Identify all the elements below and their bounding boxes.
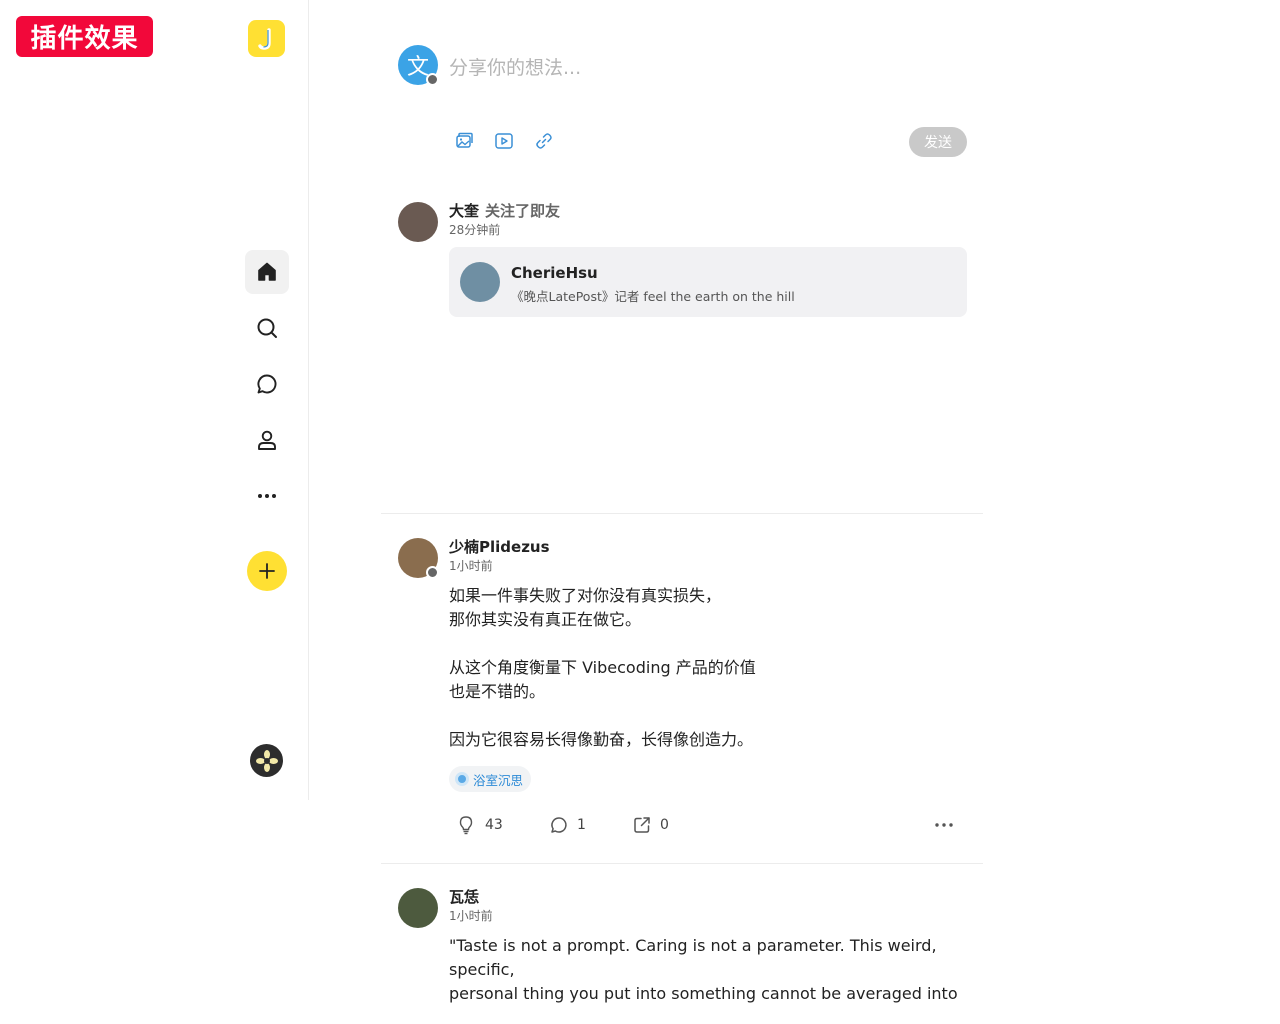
nav-messages[interactable]: [245, 362, 289, 406]
post-line: personal thing you put into something ca…: [449, 984, 958, 1003]
avatar[interactable]: [398, 202, 438, 242]
post-follow: 大奎 关注了即友 28分钟前 CherieHsu 《晚点LatePost》记者 f…: [381, 176, 983, 514]
composer-input[interactable]: 分享你的想法...: [449, 53, 581, 80]
search-icon: [257, 318, 277, 338]
post-line: [449, 632, 969, 656]
post-time: 1小时前: [449, 909, 493, 923]
composer-avatar[interactable]: 文: [398, 45, 439, 86]
share-button[interactable]: 0: [632, 812, 669, 838]
comment-icon: [551, 817, 567, 833]
home-icon: [258, 262, 276, 281]
followed-user-name: CherieHsu: [511, 264, 598, 282]
image-icon[interactable]: [453, 130, 475, 152]
followed-user-card[interactable]: CherieHsu 《晚点LatePost》记者 feel the earth …: [449, 247, 967, 317]
nav-profile[interactable]: [245, 418, 289, 462]
nav-home[interactable]: [245, 250, 289, 294]
link-icon[interactable]: [533, 130, 555, 152]
post-time: 28分钟前: [449, 223, 501, 237]
app-logo[interactable]: [248, 20, 285, 57]
send-button[interactable]: 发送: [909, 127, 967, 157]
post-line: 如果一件事失败了对你没有真实损失，: [449, 586, 722, 605]
nav-search[interactable]: [245, 306, 289, 350]
nav-more[interactable]: [245, 474, 289, 518]
post-actions: 43 1 0: [449, 812, 967, 838]
post: 瓦恁 1小时前 "Taste is not a prompt. Caring i…: [381, 864, 983, 1024]
post-line: 也是不错的。: [449, 682, 546, 701]
post-action: 关注了即友: [485, 202, 561, 220]
chat-bubble-icon: [257, 374, 277, 394]
ellipsis-icon: [258, 494, 276, 498]
like-button[interactable]: 43: [455, 812, 503, 838]
topic-label: 浴室沉思: [473, 772, 524, 788]
share-count: 0: [660, 817, 669, 833]
post-more-button[interactable]: [933, 812, 955, 838]
post-body: "Taste is not a prompt. Caring is not a …: [449, 934, 969, 1006]
post: 少楠Plidezus 1小时前 如果一件事失败了对你没有真实损失， 那你其实没有…: [381, 514, 983, 864]
post-line: 那你其实没有真正在做它。: [449, 610, 642, 629]
share-icon: [634, 817, 650, 833]
post-line: 因为它很容易长得像勤奋，长得像创造力。: [449, 730, 754, 749]
flower-avatar-icon: [255, 749, 278, 772]
topic-tag[interactable]: 浴室沉思: [449, 766, 532, 792]
new-post-button[interactable]: [247, 551, 287, 591]
lightbulb-icon: [459, 816, 473, 835]
comment-button[interactable]: 1: [549, 812, 586, 838]
post-body: 如果一件事失败了对你没有真实损失， 那你其实没有真正在做它。 从这个角度衡量下 …: [449, 584, 969, 752]
post-line: "Taste is not a prompt. Caring is not a …: [449, 936, 937, 979]
user-icon: [258, 430, 276, 450]
post-line: 从这个角度衡量下 Vibecoding 产品的价值: [449, 658, 756, 677]
like-count: 43: [485, 817, 503, 833]
current-user-avatar[interactable]: [250, 744, 283, 777]
post-author-line: 大奎 关注了即友: [449, 200, 560, 221]
post-author[interactable]: 大奎: [449, 202, 479, 220]
post-author[interactable]: 少楠Plidezus: [449, 536, 550, 557]
post-line: [449, 704, 969, 728]
ellipsis-icon: [935, 823, 953, 827]
topic-icon: [455, 772, 469, 786]
video-icon[interactable]: [493, 130, 515, 152]
followed-user-bio: 《晚点LatePost》记者 feel the earth on the hil…: [511, 289, 795, 304]
avatar-badge: [426, 566, 439, 579]
post-author[interactable]: 瓦恁: [449, 886, 479, 907]
plus-icon: [259, 563, 275, 579]
feed: 文 分享你的想法... 发送 大奎 关注了即友 28分钟前 CherieHsu …: [381, 0, 983, 1003]
post-time: 1小时前: [449, 559, 493, 573]
sidebar: [0, 0, 309, 800]
avatar-badge: [426, 73, 439, 86]
comment-count: 1: [577, 817, 586, 833]
followed-user-avatar: [460, 262, 500, 302]
composer: 文 分享你的想法... 发送: [381, 0, 983, 176]
avatar[interactable]: [398, 888, 438, 928]
logo-glyph-icon: [257, 27, 271, 50]
composer-tools: [453, 130, 555, 152]
avatar[interactable]: [398, 538, 439, 579]
